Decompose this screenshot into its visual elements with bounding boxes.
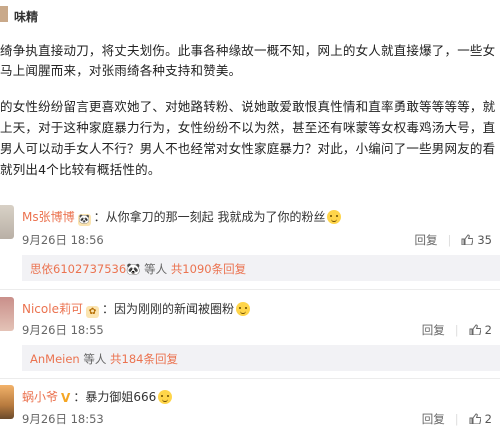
comment-header: Ms张博博 🐼 ：从你拿刀的那一刻起 我就成为了你的粉丝 — [22, 208, 342, 226]
reply-button[interactable]: 回复 — [414, 233, 437, 247]
avatar[interactable] — [0, 297, 14, 331]
reply-summary[interactable]: AnMeien 等人 共184条回复 — [22, 345, 500, 371]
avatar[interactable] — [0, 205, 14, 239]
reply-username[interactable]: AnMeien — [30, 352, 80, 366]
reply-summary-text: 思依6102737536🐼 等人 共1090条回复 — [30, 261, 246, 277]
like-button[interactable]: 35 — [461, 233, 492, 247]
article-line: 上天，对于这种家庭暴力行为，女性纷纷不以为然，甚至还有咪蒙等女权毒鸡汤大号，直 — [0, 120, 496, 135]
comment-text: 因为刚刚的新闻被圈粉 — [113, 302, 234, 316]
member-badge-icon: 🐼 — [77, 214, 91, 226]
divider — [0, 378, 500, 379]
comment-time: 9月26日 18:53 — [22, 412, 104, 426]
divider — [0, 289, 500, 290]
comment-text: 暴力御姐666 — [85, 390, 157, 404]
thumbs-up-icon — [469, 324, 481, 335]
like-button[interactable]: 2 — [469, 412, 492, 426]
comment-time: 9月26日 18:55 — [22, 323, 104, 337]
comment-actions: 回复 | 2 — [421, 323, 492, 337]
author-avatar — [0, 6, 8, 22]
comment-username[interactable]: Nicole莉可 — [22, 302, 83, 316]
reply-username[interactable]: 思依6102737536 — [30, 262, 126, 276]
like-count: 35 — [477, 233, 492, 247]
smile-emoji-icon — [236, 302, 250, 316]
article-line: 马上闻腥而来，对张雨绮各种支持和赞美。 — [0, 63, 242, 78]
smile-emoji-icon — [158, 390, 173, 404]
reply-button[interactable]: 回复 — [422, 412, 445, 426]
like-button[interactable]: 2 — [469, 323, 492, 337]
member-badge-icon: ✿ — [85, 306, 99, 318]
reply-count-link[interactable]: 共184条回复 — [110, 352, 178, 366]
reply-button[interactable]: 回复 — [422, 323, 445, 337]
reply-middle-text: 等人 — [140, 262, 171, 276]
reply-count-link[interactable]: 共1090条回复 — [171, 262, 246, 276]
reply-middle-text: 等人 — [79, 352, 111, 366]
reply-badge-icon: 🐼 — [126, 262, 141, 276]
comment-header: 蜗小爷 V ：暴力御姐666 — [22, 388, 173, 405]
article-line: 的女性纷纷留言更喜欢她了、对她路转粉、说她敢爱敢恨真性情和直率勇敢等等等等，就 — [0, 99, 496, 114]
comment-header: Nicole莉可 ✿ ：因为刚刚的新闻被圈粉 — [22, 300, 250, 318]
article-line: 就列出4个比较有概括性的。 — [0, 162, 161, 177]
thumbs-up-icon — [469, 413, 481, 424]
smile-emoji-icon — [327, 210, 342, 224]
reply-summary[interactable]: 思依6102737536🐼 等人 共1090条回复 — [22, 255, 500, 281]
comment-actions: 回复 | 2 — [421, 412, 492, 426]
comment-username[interactable]: Ms张博博 — [22, 210, 75, 224]
avatar[interactable] — [0, 385, 14, 419]
thumbs-up-icon — [461, 234, 474, 245]
author-name: 味精 — [14, 10, 39, 24]
reply-summary-text: AnMeien 等人 共184条回复 — [30, 351, 178, 367]
comment-list: Ms张博博 🐼 ：从你拿刀的那一刻起 我就成为了你的粉丝 9月26日 18:56 回… — [0, 198, 500, 434]
verified-icon: V — [61, 391, 71, 405]
article-line: 男人可以动手女人不行？男人不也经常对女性家庭暴力？对此，小编问了一些男网友的看 — [0, 141, 496, 156]
like-count: 2 — [484, 412, 492, 426]
article-line: 绮争执直接动刀，将丈夫划伤。此事各种缘故一概不知，网上的女人就直接爆了，一些女 — [0, 43, 496, 58]
comment-text: 从你拿刀的那一刻起 我就成为了你的粉丝 — [105, 210, 326, 224]
like-count: 2 — [484, 323, 492, 337]
comment-username[interactable]: 蜗小爷 — [22, 390, 58, 404]
comment-actions: 回复 | 35 — [414, 233, 492, 247]
comment-time: 9月26日 18:56 — [22, 233, 104, 247]
